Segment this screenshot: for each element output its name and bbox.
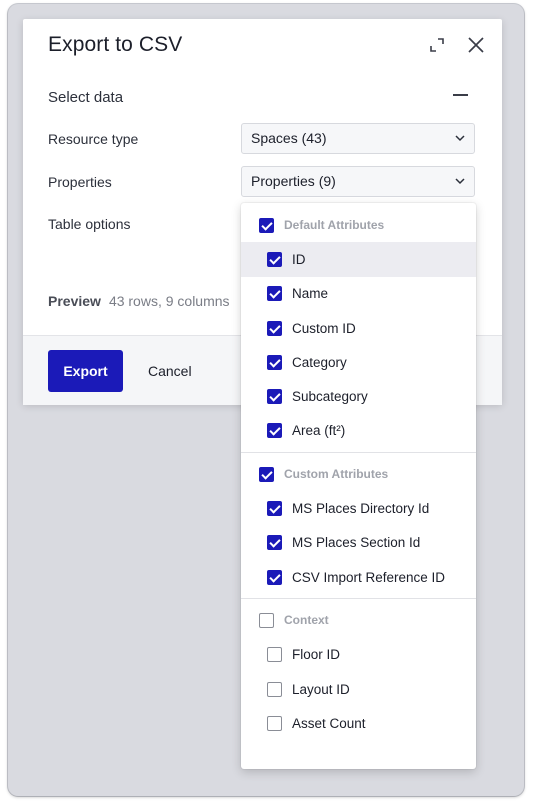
chevron-down-icon [455, 178, 465, 185]
resource-type-label: Resource type [48, 131, 139, 147]
minus-icon[interactable] [451, 85, 471, 105]
properties-dropdown-menu: Default Attributes ID Name Custom ID Cat… [241, 203, 476, 769]
checkbox[interactable] [267, 535, 282, 551]
option-id[interactable]: ID [241, 242, 476, 277]
checkbox[interactable] [259, 612, 274, 628]
resource-type-value: Spaces (43) [251, 130, 327, 146]
option-label: ID [292, 251, 306, 267]
option-label: Asset Count [292, 715, 366, 731]
option-category[interactable]: Category [241, 345, 476, 379]
option-floor-id[interactable]: Floor ID [241, 638, 476, 672]
preview-label: Preview [48, 293, 101, 309]
option-layout-id[interactable]: Layout ID [241, 672, 476, 706]
checkbox[interactable] [267, 354, 282, 370]
option-label: Custom ID [292, 320, 356, 336]
checkbox[interactable] [267, 681, 282, 697]
menu-group-default-attributes: Default Attributes ID Name Custom ID Cat… [241, 203, 476, 452]
table-options-label: Table options [48, 216, 131, 232]
option-label: Layout ID [292, 681, 350, 697]
checkbox[interactable] [267, 569, 282, 585]
group-checkbox-default-attributes[interactable]: Default Attributes [241, 208, 476, 242]
option-asset-count[interactable]: Asset Count [241, 706, 476, 740]
option-name[interactable]: Name [241, 277, 476, 311]
checkbox[interactable] [259, 466, 274, 482]
option-area[interactable]: Area (ft²) [241, 414, 476, 448]
group-checkbox-context[interactable]: Context [241, 603, 476, 637]
group-label: Custom Attributes [284, 467, 389, 482]
option-label: MS Places Directory Id [292, 501, 430, 517]
option-csv-import-reference-id[interactable]: CSV Import Reference ID [241, 560, 476, 594]
option-label: Subcategory [292, 389, 368, 405]
dialog-title: Export to CSV [48, 33, 183, 56]
option-custom-id[interactable]: Custom ID [241, 311, 476, 345]
properties-select[interactable]: Properties (9) [241, 166, 475, 197]
group-label: Context [284, 613, 329, 628]
export-button[interactable]: Export [48, 350, 123, 392]
option-subcategory[interactable]: Subcategory [241, 379, 476, 413]
checkbox[interactable] [267, 501, 282, 517]
expand-icon[interactable] [427, 35, 447, 55]
option-label: Category [292, 354, 347, 370]
checkbox[interactable] [267, 423, 282, 439]
option-label: MS Places Section Id [292, 535, 421, 551]
section-title-select-data: Select data [48, 89, 124, 106]
properties-label: Properties [48, 174, 112, 190]
option-label: CSV Import Reference ID [292, 569, 446, 585]
menu-group-custom-attributes: Custom Attributes MS Places Directory Id… [241, 452, 476, 598]
checkbox[interactable] [267, 320, 282, 336]
option-label: Area (ft²) [292, 423, 346, 439]
properties-value: Properties (9) [251, 173, 336, 189]
option-ms-places-directory-id[interactable]: MS Places Directory Id [241, 491, 476, 525]
option-label: Name [292, 286, 329, 302]
preview-value: 43 rows, 9 columns [108, 293, 230, 309]
checkbox[interactable] [267, 715, 282, 731]
checkbox[interactable] [267, 389, 282, 405]
chevron-down-icon [455, 135, 465, 142]
checkbox[interactable] [267, 251, 282, 267]
menu-group-context: Context Floor ID Layout ID Asset Count [241, 598, 476, 744]
option-ms-places-section-id[interactable]: MS Places Section Id [241, 526, 476, 560]
option-label: Floor ID [292, 647, 341, 663]
group-checkbox-custom-attributes[interactable]: Custom Attributes [241, 457, 476, 491]
checkbox[interactable] [259, 217, 274, 233]
group-label: Default Attributes [284, 218, 385, 233]
resource-type-select[interactable]: Spaces (43) [241, 123, 475, 154]
preview-summary: Preview 43 rows, 9 columns [48, 293, 230, 309]
checkbox[interactable] [267, 286, 282, 302]
cancel-button[interactable]: Cancel [148, 350, 192, 392]
checkbox[interactable] [267, 647, 282, 663]
close-icon[interactable] [466, 35, 486, 55]
